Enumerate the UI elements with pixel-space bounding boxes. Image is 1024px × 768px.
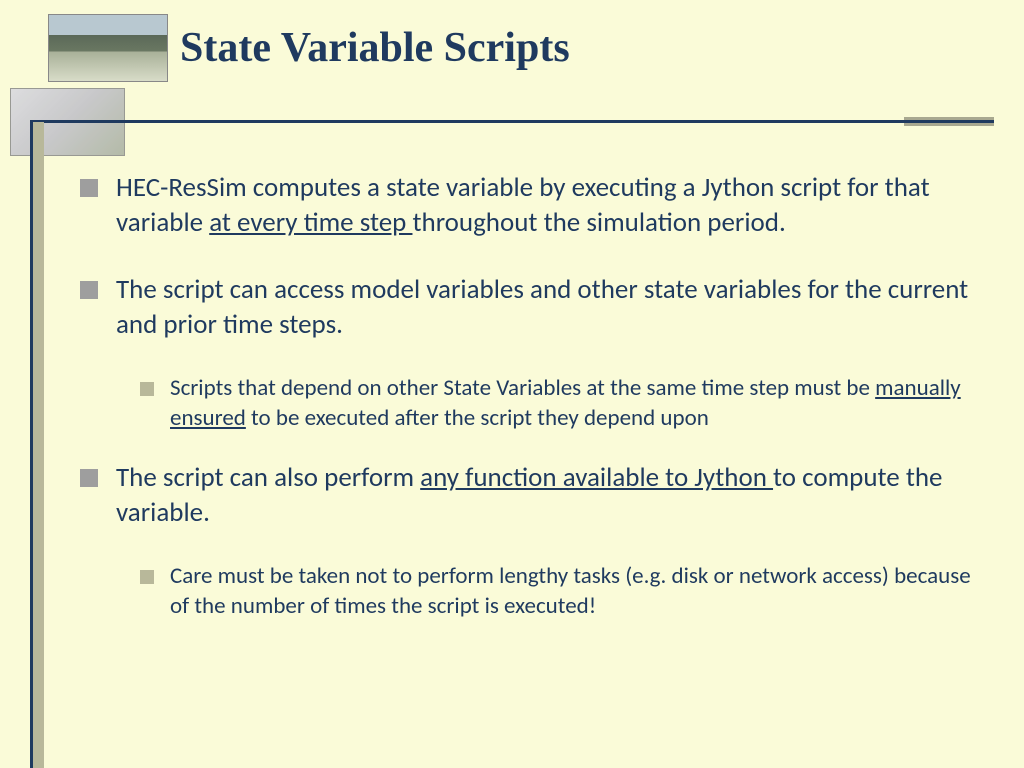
bullet-3: The script can also perform any function…	[80, 460, 990, 530]
bullet-2: The script can access model variables an…	[80, 272, 990, 342]
square-bullet-icon	[80, 179, 98, 197]
bullet-2a: Scripts that depend on other State Varia…	[140, 374, 990, 434]
slide-title: State Variable Scripts	[180, 24, 570, 72]
bullet-2-text: The script can access model variables an…	[116, 272, 990, 342]
slide-body: HEC-ResSim computes a state variable by …	[80, 170, 990, 648]
bullet-3a: Care must be taken not to perform length…	[140, 562, 990, 622]
square-bullet-icon	[140, 570, 154, 584]
title-rule	[30, 120, 994, 123]
square-bullet-icon	[80, 469, 98, 487]
square-bullet-icon	[80, 281, 98, 299]
bullet-3a-text: Care must be taken not to perform length…	[170, 562, 990, 622]
header-dam-image	[48, 14, 168, 82]
square-bullet-icon	[140, 382, 154, 396]
bullet-2a-text: Scripts that depend on other State Varia…	[170, 374, 990, 434]
bullet-1-text: HEC-ResSim computes a state variable by …	[116, 170, 990, 240]
bullet-1: HEC-ResSim computes a state variable by …	[80, 170, 990, 240]
left-vertical-line	[30, 122, 33, 768]
bullet-3-text: The script can also perform any function…	[116, 460, 990, 530]
